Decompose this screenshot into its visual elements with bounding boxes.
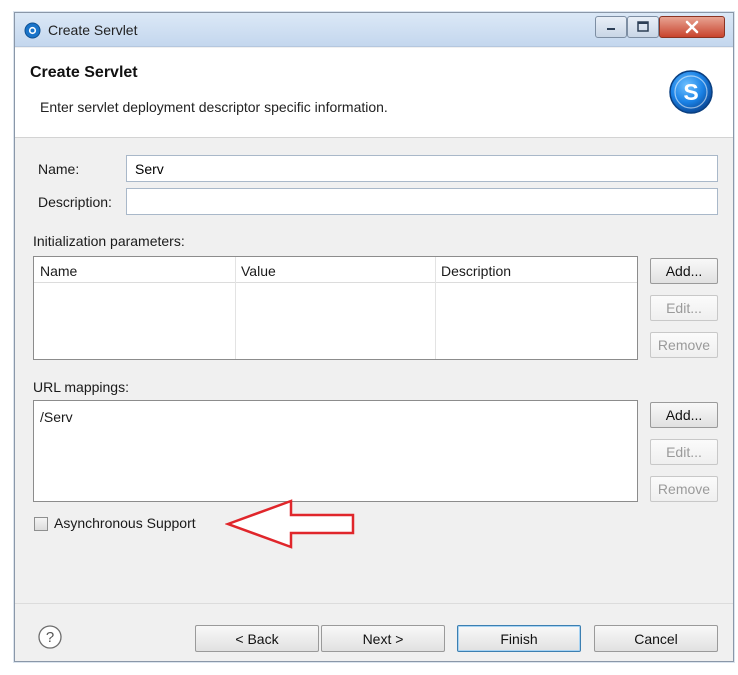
page-title: Create Servlet xyxy=(30,64,138,81)
footer-separator xyxy=(15,603,733,604)
name-field[interactable] xyxy=(126,155,718,182)
async-support-label: Asynchronous Support xyxy=(54,515,196,531)
cancel-button[interactable]: Cancel xyxy=(594,625,718,652)
page-description: Enter servlet deployment descriptor spec… xyxy=(40,99,388,115)
column-divider xyxy=(435,257,436,359)
init-remove-button[interactable]: Remove xyxy=(650,332,718,358)
left-arrow-annotation-icon xyxy=(224,498,360,550)
init-add-button[interactable]: Add... xyxy=(650,258,718,284)
url-add-button[interactable]: Add... xyxy=(650,402,718,428)
servlet-icon xyxy=(24,22,41,39)
close-icon xyxy=(660,17,724,37)
window-title: Create Servlet xyxy=(48,22,138,38)
column-header-name[interactable]: Name xyxy=(34,257,235,283)
async-support-checkbox[interactable] xyxy=(34,517,48,531)
close-button[interactable] xyxy=(659,16,725,38)
init-params-label: Initialization parameters: xyxy=(33,233,185,249)
maximize-button[interactable] xyxy=(627,16,659,38)
url-mappings-list[interactable]: /Serv xyxy=(33,400,638,502)
init-params-table[interactable]: Name Value Description xyxy=(33,256,638,360)
description-label: Description: xyxy=(38,194,112,210)
minimize-icon xyxy=(596,17,626,37)
url-edit-button[interactable]: Edit... xyxy=(650,439,718,465)
back-button[interactable]: < Back xyxy=(195,625,319,652)
init-edit-button[interactable]: Edit... xyxy=(650,295,718,321)
svg-text:?: ? xyxy=(46,629,54,646)
url-mappings-label: URL mappings: xyxy=(33,379,129,395)
next-button[interactable]: Next > xyxy=(321,625,445,652)
url-remove-button[interactable]: Remove xyxy=(650,476,718,502)
minimize-button[interactable] xyxy=(595,16,627,38)
maximize-icon xyxy=(628,17,658,37)
name-label: Name: xyxy=(38,161,80,177)
svg-text:S: S xyxy=(683,79,698,105)
finish-button[interactable]: Finish xyxy=(457,625,581,652)
list-item[interactable]: /Serv xyxy=(40,409,73,425)
column-divider xyxy=(235,257,236,359)
column-header-description[interactable]: Description xyxy=(435,257,637,283)
servlet-logo-icon: S xyxy=(667,68,715,116)
description-field[interactable] xyxy=(126,188,718,215)
column-header-value[interactable]: Value xyxy=(235,257,435,283)
help-icon[interactable]: ? xyxy=(37,624,63,650)
wizard-header xyxy=(15,48,733,138)
